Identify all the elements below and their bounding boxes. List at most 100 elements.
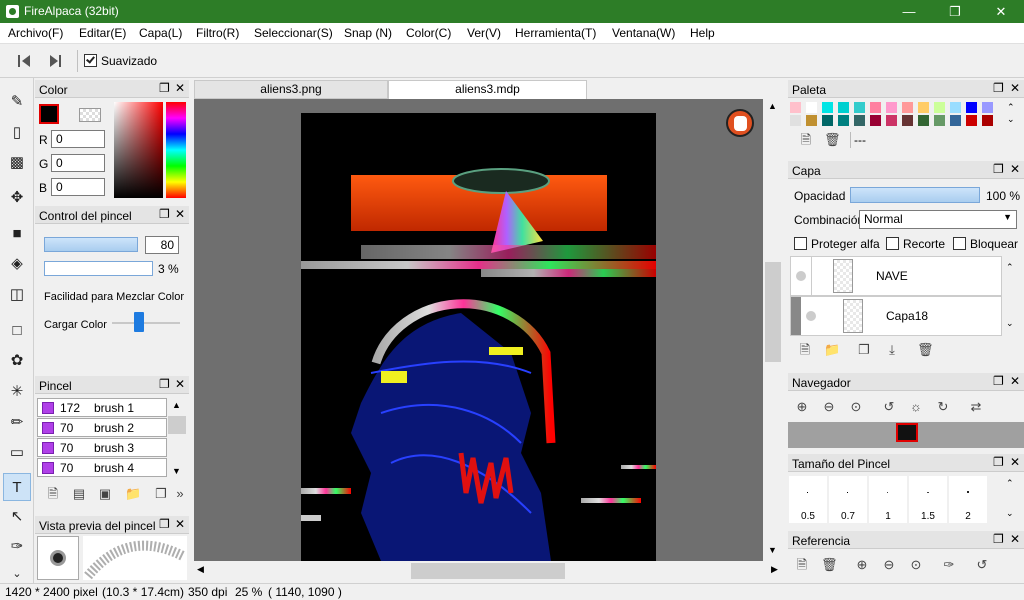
new-brush-icon[interactable]: 🗎 [45,486,61,502]
new-script-brush-icon[interactable]: ▤ [71,486,87,502]
zoom-in-icon[interactable]: ⊕ [854,557,870,573]
brush-size-slider[interactable] [44,237,138,252]
duplicate-layer-icon[interactable]: ❐ [856,342,872,358]
palette-swatch[interactable] [790,102,801,113]
brush-size-cell[interactable]: 0.7 [829,476,867,523]
blend-select[interactable]: Normal ▼ [859,210,1017,229]
menu-ventana[interactable]: Ventana(W) [612,26,675,40]
layer-scroll-down-icon[interactable]: ⌄ [1006,318,1014,329]
palette-swatch[interactable] [934,102,945,113]
delete-palette-icon[interactable]: 🗑 [824,132,841,148]
palette-swatch[interactable] [918,102,929,113]
rotate-right-icon[interactable]: ↻ [935,399,951,415]
move-tool-icon[interactable]: ✥ [3,184,31,212]
close-icon[interactable]: ✕ [175,207,185,221]
eye-icon[interactable] [806,311,816,321]
palette-swatch[interactable] [966,115,977,126]
select-eraser-tool-icon[interactable]: ▭ [3,439,31,467]
clipping-checkbox[interactable] [886,237,899,250]
brush-size-cell[interactable]: 0.5 [789,476,827,523]
menu-snap[interactable]: Snap (N) [344,26,392,40]
select-pen-tool-icon[interactable]: ✏ [3,409,31,437]
load-color-thumb[interactable] [134,312,144,332]
palette-swatch[interactable] [790,115,801,126]
close-icon[interactable]: ✕ [175,517,185,531]
close-icon[interactable]: ✕ [1010,455,1020,469]
menu-archivo[interactable]: Archivo(F) [8,26,63,40]
prev-icon[interactable] [22,55,30,67]
brush-list-scrollbar[interactable]: ▲ ▼ [168,398,186,478]
brush-item[interactable]: 172 brush 1 [37,398,167,417]
new-folder-icon[interactable]: 📁 [824,342,840,358]
palette-swatch[interactable] [950,102,961,113]
palette-swatch[interactable] [950,115,961,126]
g-input[interactable]: 0 [51,154,105,172]
brush-size-scroll-up-icon[interactable]: ⌃ [1006,478,1014,489]
close-icon[interactable]: ✕ [1010,532,1020,546]
lock-checkbox[interactable] [953,237,966,250]
menu-help[interactable]: Help [690,26,715,40]
float-icon[interactable]: ❐ [993,81,1004,95]
palette-swatch[interactable] [982,115,993,126]
float-icon[interactable]: ❐ [993,455,1004,469]
close-icon[interactable]: ✕ [175,81,185,95]
canvas-horizontal-scrollbar[interactable]: ◀ ▶ [194,561,783,581]
canvas-vertical-scrollbar[interactable]: ▲ ▼ [763,99,783,561]
bucket-tool-icon[interactable]: ◈ [3,250,31,278]
close-icon[interactable]: ✕ [1010,374,1020,388]
eyedropper-tool-icon[interactable]: ✑ [3,533,31,561]
merge-down-icon[interactable]: ⤓ [884,342,900,358]
close-icon[interactable]: ✕ [1010,162,1020,176]
menu-herramienta[interactable]: Herramienta(T) [515,26,596,40]
layer-scroll-up-icon[interactable]: ⌃ [1006,262,1014,273]
new-layer-icon[interactable]: 🗎 [797,342,813,358]
layer-row-capa18[interactable]: Capa18 [790,296,1002,336]
float-icon[interactable]: ❐ [159,517,170,531]
reset-rotation-icon[interactable]: ☼ [908,399,924,415]
tab-aliens3-mdp[interactable]: aliens3.mdp [388,80,587,99]
brush-item[interactable]: 70 brush 4 [37,458,167,477]
palette-swatch[interactable] [854,102,865,113]
palette-swatch[interactable] [870,115,881,126]
zoom-out-icon[interactable]: ⊖ [881,557,897,573]
close-icon[interactable]: ✕ [175,377,185,391]
menu-capa[interactable]: Capa(L) [139,26,182,40]
select-tool-icon[interactable]: □ [3,317,31,345]
menu-seleccionar[interactable]: Seleccionar(S) [254,26,333,40]
magic-wand-tool-icon[interactable]: ✳ [3,378,31,406]
rotate-left-icon[interactable]: ↺ [974,557,990,573]
palette-swatch[interactable] [806,115,817,126]
palette-swatch[interactable] [982,102,993,113]
hue-slider[interactable] [166,102,186,198]
tab-aliens3-png[interactable]: aliens3.png [194,80,388,99]
close-icon[interactable]: ✕ [978,0,1024,23]
navigator-preview[interactable] [788,422,1024,448]
menu-color[interactable]: Color(C) [406,26,451,40]
palette-swatch[interactable] [854,115,865,126]
float-icon[interactable]: ❐ [993,532,1004,546]
lasso-tool-icon[interactable]: ✿ [3,347,31,375]
next-icon[interactable] [50,55,58,67]
canvas-area[interactable] [194,99,763,561]
eye-icon[interactable] [796,271,806,281]
folder-icon[interactable]: 📁 [125,486,141,502]
palette-scroll-up-icon[interactable]: ⌃ [1007,102,1015,113]
gradient-tool-icon[interactable]: ◫ [3,281,31,309]
more-icon[interactable]: » [172,486,188,502]
palette-swatch[interactable] [822,102,833,113]
brush-size-cell[interactable]: 1 [869,476,907,523]
palette-swatch[interactable] [934,115,945,126]
eraser-tool-icon[interactable]: ▯ [3,119,31,147]
palette-swatch[interactable] [886,115,897,126]
close-icon[interactable]: ✕ [1010,81,1020,95]
menu-filtro[interactable]: Filtro(R) [196,26,239,40]
delete-layer-icon[interactable]: 🗑 [917,342,934,358]
protect-alpha-checkbox[interactable] [794,237,807,250]
brush-item[interactable]: 70 brush 3 [37,438,167,457]
palette-swatch[interactable] [902,115,913,126]
transparent-swatch[interactable] [79,108,101,122]
flip-horizontal-icon[interactable]: ⇄ [968,399,984,415]
palette-swatch[interactable] [966,102,977,113]
brush-opacity-slider[interactable] [44,261,153,276]
delete-reference-icon[interactable]: 🗑 [821,557,838,573]
